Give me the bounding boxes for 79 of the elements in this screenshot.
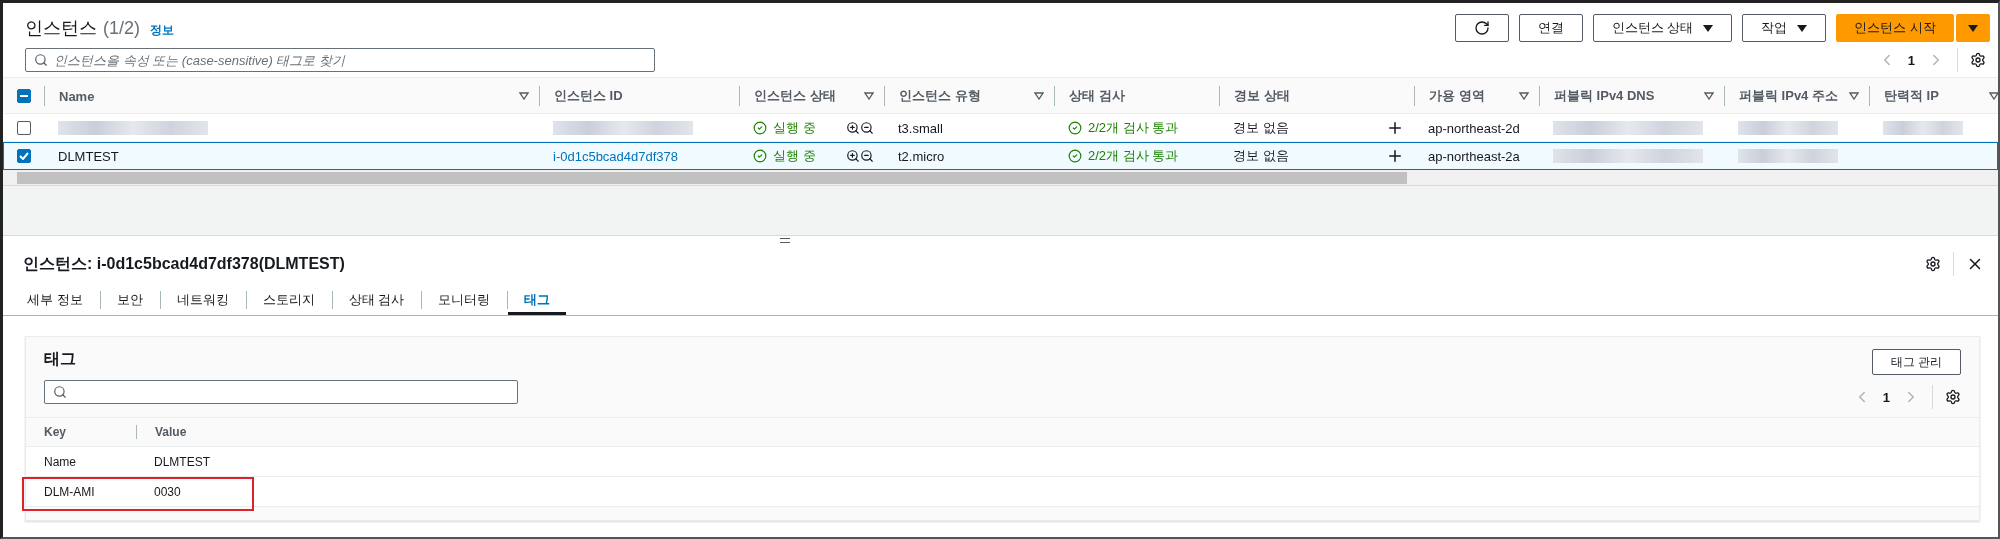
column-header[interactable]: 인스턴스 ID	[554, 87, 623, 105]
column-header[interactable]: 탄력적 IP	[1884, 87, 1939, 105]
column-header[interactable]: 퍼블릭 IPv4 주소	[1739, 87, 1838, 105]
launch-menu-button[interactable]	[1956, 14, 1990, 42]
tag-search-field[interactable]	[44, 380, 518, 404]
tab[interactable]: 모니터링	[422, 287, 507, 315]
status-check-result: 2/2개 검사 통과	[1088, 147, 1179, 165]
horizontal-scrollbar[interactable]	[3, 170, 1998, 186]
status-check-result: 2/2개 검사 통과	[1088, 119, 1179, 137]
check-circle-icon	[1068, 149, 1082, 163]
launch-button[interactable]: 인스턴스 시작	[1836, 14, 1954, 42]
cell-text: DLMTEST	[58, 148, 119, 164]
tab[interactable]: 세부 정보	[11, 287, 99, 315]
alarm-status: 경보 없음	[1233, 119, 1289, 137]
zoom-out-icon[interactable]	[860, 121, 874, 135]
search-field[interactable]: 인스턴스을 속성 또는 (case-sensitive) 태그로 찾기	[25, 48, 655, 72]
resize-handle[interactable]	[780, 238, 790, 243]
check-circle-icon	[753, 149, 767, 163]
detail-title: 인스턴스: i-0d1c5bcad4d7df378(DLMTEST)	[23, 253, 345, 274]
tab[interactable]: 네트워킹	[160, 287, 245, 315]
column-header[interactable]: 인스턴스 상태	[754, 87, 836, 105]
add-icon[interactable]	[1386, 147, 1404, 165]
sort-icon[interactable]	[519, 92, 529, 100]
column-header[interactable]: 상태 검사	[1069, 87, 1125, 105]
zoom-in-icon[interactable]	[846, 149, 860, 163]
check-circle-icon	[753, 121, 767, 135]
tab[interactable]: 상태 검사	[332, 287, 421, 315]
page-number[interactable]: 1	[1882, 389, 1890, 405]
zoom-out-icon[interactable]	[860, 149, 874, 163]
column-header[interactable]: 경보 상태	[1234, 87, 1290, 105]
column-header[interactable]: 가용 영역	[1429, 87, 1485, 105]
sort-icon[interactable]	[1034, 92, 1044, 100]
cell-text: t2.micro	[898, 148, 945, 164]
page-title: 인스턴스	[25, 17, 97, 40]
column-header[interactable]: 퍼블릭 IPv4 DNS	[1554, 87, 1655, 105]
refresh-button[interactable]	[1454, 14, 1509, 42]
tag-value: DLMTEST	[154, 454, 210, 469]
cell-text: ap-northeast-2d	[1428, 120, 1520, 136]
refresh-icon	[1473, 20, 1490, 36]
table-row[interactable]: DLMTEST i-0d1c5bcad4d7df378 실행 중 t2.micro 2/2개 검사 통과 경보 없음 ap-northeast-2a	[3, 142, 1998, 170]
search-icon	[53, 385, 67, 399]
sort-icon[interactable]	[1989, 92, 1998, 100]
column-header: Key	[44, 425, 66, 439]
alarm-status: 경보 없음	[1233, 147, 1289, 165]
check-circle-icon	[1068, 121, 1082, 135]
row-checkbox[interactable]	[17, 121, 31, 135]
column-header[interactable]: Name	[59, 88, 95, 104]
dropdown-button[interactable]: 작업	[1742, 14, 1827, 42]
column-header: Value	[155, 425, 187, 439]
sort-icon[interactable]	[864, 92, 874, 100]
running-status: 실행 중	[773, 147, 816, 165]
dropdown-button[interactable]: 인스턴스 상태	[1592, 14, 1733, 42]
settings-icon[interactable]	[1925, 256, 1941, 272]
sort-icon[interactable]	[1519, 92, 1529, 100]
settings-icon[interactable]	[1970, 52, 1986, 68]
tab[interactable]: 스토리지	[246, 287, 331, 315]
card-title: 태그	[44, 349, 77, 369]
add-icon[interactable]	[1386, 119, 1404, 137]
tag-key: Name	[44, 454, 76, 469]
tab[interactable]: 태그	[508, 287, 567, 315]
select-all-checkbox[interactable]	[17, 89, 31, 103]
instance-id-link[interactable]: i-0d1c5bcad4d7df378	[553, 148, 679, 164]
tag-key: DLM-AMI	[44, 484, 95, 499]
connect-button[interactable]: 연결	[1518, 14, 1583, 42]
row-checkbox[interactable]	[17, 149, 31, 163]
tab[interactable]: 보안	[100, 287, 159, 315]
sort-icon[interactable]	[1704, 92, 1714, 100]
cell-text: t3.small	[898, 120, 943, 136]
cell-text: ap-northeast-2a	[1428, 148, 1520, 164]
zoom-in-icon[interactable]	[846, 121, 860, 135]
sort-icon[interactable]	[1849, 92, 1859, 100]
page-number[interactable]: 1	[1907, 52, 1915, 68]
selection-count: (1/2)	[103, 18, 140, 39]
manage-tags-button[interactable]: 태그 관리	[1871, 349, 1961, 375]
running-status: 실행 중	[773, 119, 816, 137]
tag-value: 0030	[154, 484, 181, 499]
settings-icon[interactable]	[1945, 389, 1961, 405]
info-link[interactable]: 정보	[150, 22, 174, 39]
column-header[interactable]: 인스턴스 유형	[899, 87, 981, 105]
